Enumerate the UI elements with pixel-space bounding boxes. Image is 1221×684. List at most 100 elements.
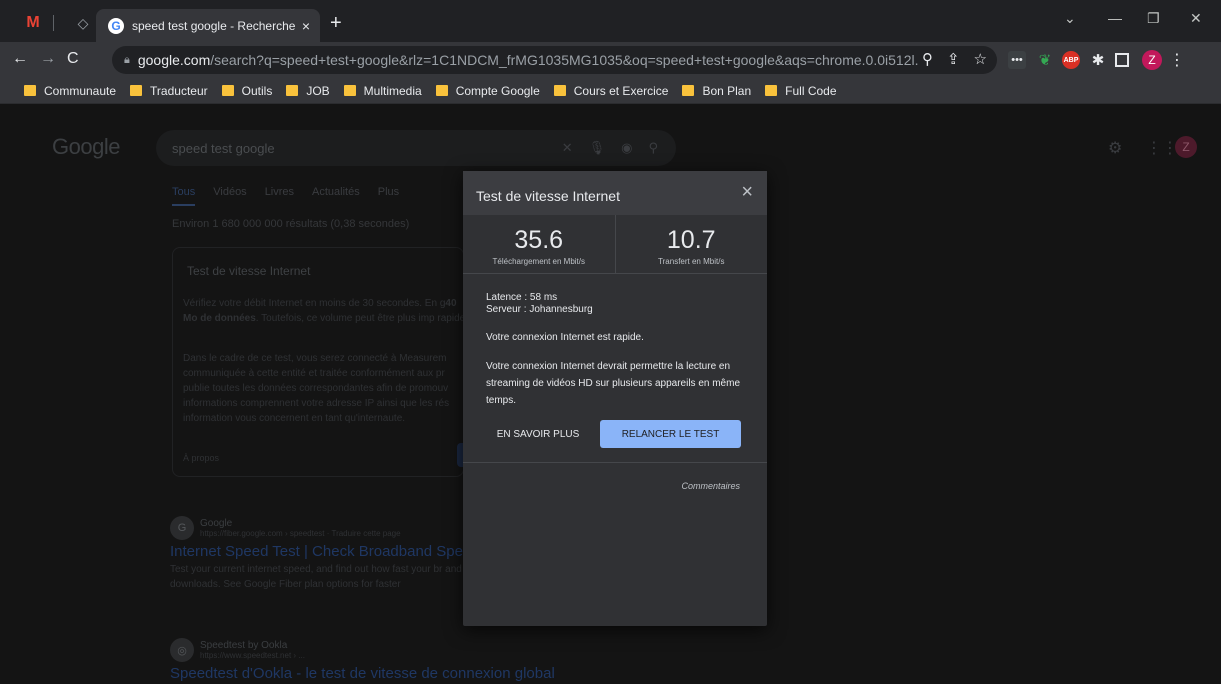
upload-speed: 10.7 Transfert en Mbit/s bbox=[614, 215, 768, 273]
folder-icon bbox=[682, 85, 695, 96]
bookmark-folder[interactable]: Full Code bbox=[765, 83, 837, 98]
voice-search-icon[interactable]: 🎙︎ bbox=[589, 140, 606, 156]
connection-info: Latence : 58 ms Serveur : Johannesburg bbox=[486, 292, 593, 316]
settings-gear-icon[interactable]: ⚙ bbox=[1108, 138, 1122, 158]
google-account-avatar[interactable]: Z bbox=[1175, 136, 1197, 158]
bookmark-star-icon[interactable]: ☆ bbox=[974, 50, 987, 68]
extension-leaf-icon[interactable]: ❦ bbox=[1036, 51, 1054, 69]
result-site-name: Google bbox=[200, 518, 233, 529]
result-url[interactable]: https://www.speedtest.net › ... bbox=[200, 651, 305, 660]
lock-icon[interactable]: 🔒︎ bbox=[124, 54, 130, 67]
bookmark-label: Full Code bbox=[785, 83, 837, 98]
feedback-link[interactable]: Commentaires bbox=[681, 481, 740, 491]
reload-icon[interactable]: C bbox=[67, 50, 79, 68]
folder-icon bbox=[130, 85, 143, 96]
server-value: Johannesburg bbox=[529, 304, 593, 315]
url-domain: google.com bbox=[137, 52, 211, 68]
back-icon[interactable]: ← bbox=[12, 50, 28, 68]
bookmark-folder[interactable]: Traducteur bbox=[130, 84, 208, 98]
url-text[interactable]: google.com/search?q=speed+test+google&rl… bbox=[138, 52, 918, 68]
restore-icon[interactable]: ❐ bbox=[1147, 10, 1160, 27]
card-text: Vérifiez votre débit Internet en moins d… bbox=[183, 298, 446, 309]
search-query[interactable]: speed test google bbox=[172, 141, 275, 156]
result-site-name: Speedtest by Ookla bbox=[200, 640, 288, 651]
bookmark-folder[interactable]: JOB bbox=[286, 83, 330, 98]
tab-search-icon[interactable]: ⌄ bbox=[1064, 10, 1076, 27]
bookmark-folder[interactable]: Compte Google bbox=[435, 84, 540, 98]
search-icon[interactable]: ⚲ bbox=[648, 140, 658, 156]
google-logo[interactable]: Google bbox=[52, 134, 120, 160]
folder-icon bbox=[24, 85, 36, 96]
address-bar[interactable]: 🔒︎ google.com/search?q=speed+test+google… bbox=[112, 46, 997, 74]
card-title: Test de vitesse Internet bbox=[187, 264, 311, 278]
rerun-test-button[interactable]: RELANCER LE TEST bbox=[600, 420, 741, 448]
tab-close-icon[interactable]: × bbox=[302, 18, 310, 34]
gmail-pinned-tab-icon[interactable]: M bbox=[22, 9, 44, 37]
apps-grid-icon[interactable]: ⋮⋮ bbox=[1146, 138, 1178, 158]
card-paragraph: Dans le cadre de ce test, vous serez con… bbox=[183, 353, 450, 424]
tab-title: speed test google - Recherche G bbox=[132, 18, 296, 33]
upload-label: Transfert en Mbit/s bbox=[658, 257, 725, 266]
adblock-plus-icon[interactable]: ABP bbox=[1062, 51, 1080, 69]
devtools-pinned-tab-icon[interactable]: ◇ bbox=[72, 9, 94, 37]
zoom-search-icon[interactable]: ⚲ bbox=[922, 50, 933, 68]
site-favicon-icon: G bbox=[170, 516, 194, 540]
new-tab-button[interactable]: + bbox=[330, 13, 342, 33]
bookmark-label: Outils bbox=[241, 83, 273, 98]
server-label: Serveur : bbox=[486, 304, 530, 315]
search-tabs: Tous Vidéos Livres Actualités Plus bbox=[172, 186, 399, 206]
bookmark-label: JOB bbox=[306, 83, 330, 98]
extension-dots-icon[interactable]: ••• bbox=[1008, 51, 1026, 69]
tab-news[interactable]: Actualités bbox=[312, 186, 360, 206]
card-text: . Toutefois, ce volume peut être plus im… bbox=[255, 313, 435, 324]
clear-search-icon[interactable]: ✕ bbox=[562, 140, 573, 156]
download-speed: 35.6 Téléchargement en Mbit/s bbox=[463, 215, 615, 273]
dialog-close-icon[interactable]: × bbox=[741, 182, 753, 202]
result-title-link[interactable]: Speedtest d'Ookla - le test de vitesse d… bbox=[170, 665, 555, 682]
side-panel-icon[interactable] bbox=[1115, 53, 1129, 67]
extensions-puzzle-icon[interactable]: ✱ bbox=[1089, 51, 1107, 69]
speed-test-dialog: Test de vitesse Internet × 35.6 Téléchar… bbox=[463, 171, 767, 626]
chrome-menu-icon[interactable]: ⋮ bbox=[1168, 51, 1186, 69]
dialog-header: Test de vitesse Internet × bbox=[463, 171, 767, 215]
dialog-title: Test de vitesse Internet bbox=[476, 188, 620, 204]
bookmarks-bar: Communaute Traducteur Outils JOB Multime… bbox=[0, 78, 1221, 104]
tab-videos[interactable]: Vidéos bbox=[213, 186, 246, 206]
bookmark-label: Cours et Exercice bbox=[573, 83, 669, 98]
browser-toolbar: ← → C 🔒︎ google.com/search?q=speed+test+… bbox=[0, 42, 1221, 78]
folder-icon bbox=[221, 85, 234, 96]
minimize-icon[interactable]: — bbox=[1108, 10, 1122, 26]
tab-more[interactable]: Plus bbox=[378, 186, 399, 206]
profile-avatar[interactable]: Z bbox=[1142, 50, 1162, 70]
url-path: /search?q=speed+test+google&rlz=1C1NDCM_… bbox=[210, 52, 918, 68]
share-icon[interactable]: ⇪ bbox=[947, 50, 960, 68]
bookmark-folder[interactable]: Multimedia bbox=[343, 84, 422, 98]
result-title-link[interactable]: Internet Speed Test | Check Broadband Sp… bbox=[170, 543, 470, 560]
forward-icon[interactable]: → bbox=[40, 50, 56, 68]
folder-icon bbox=[286, 85, 299, 96]
bookmark-folder[interactable]: Outils bbox=[221, 83, 273, 98]
result-snippet: Test your current internet speed, and fi… bbox=[170, 564, 462, 590]
search-box[interactable]: speed test google ✕ 🎙︎ ◉ ⚲ bbox=[156, 130, 676, 166]
bookmark-label: Communaute bbox=[44, 83, 117, 98]
speed-results: 35.6 Téléchargement en Mbit/s 10.7 Trans… bbox=[463, 215, 767, 274]
site-favicon-icon: ◎ bbox=[170, 638, 194, 662]
tab-all[interactable]: Tous bbox=[172, 186, 196, 206]
bookmark-folder[interactable]: Cours et Exercice bbox=[553, 83, 669, 98]
lens-icon[interactable]: ◉ bbox=[621, 140, 632, 156]
learn-more-button[interactable]: EN SAVOIR PLUS bbox=[485, 420, 591, 448]
google-favicon-icon: G bbox=[108, 17, 124, 34]
folder-icon bbox=[435, 85, 448, 96]
dialog-divider bbox=[463, 462, 767, 463]
about-link[interactable]: À propos bbox=[183, 453, 219, 463]
bookmark-folder[interactable]: Bon Plan bbox=[682, 84, 751, 98]
card-text: rapides. bbox=[437, 313, 463, 324]
search-result: G Google https://fiber.google.com › spee… bbox=[170, 516, 470, 592]
bookmark-label: Traducteur bbox=[150, 83, 208, 98]
result-url[interactable]: https://fiber.google.com › speedtest · T… bbox=[200, 529, 401, 538]
results-count: Environ 1 680 000 000 résultats (0,38 se… bbox=[172, 218, 410, 230]
bookmark-folder[interactable]: Communaute bbox=[24, 84, 116, 98]
active-tab[interactable]: G speed test google - Recherche G × bbox=[96, 9, 320, 42]
window-close-icon[interactable]: ✕ bbox=[1190, 10, 1202, 27]
tab-books[interactable]: Livres bbox=[265, 186, 294, 206]
